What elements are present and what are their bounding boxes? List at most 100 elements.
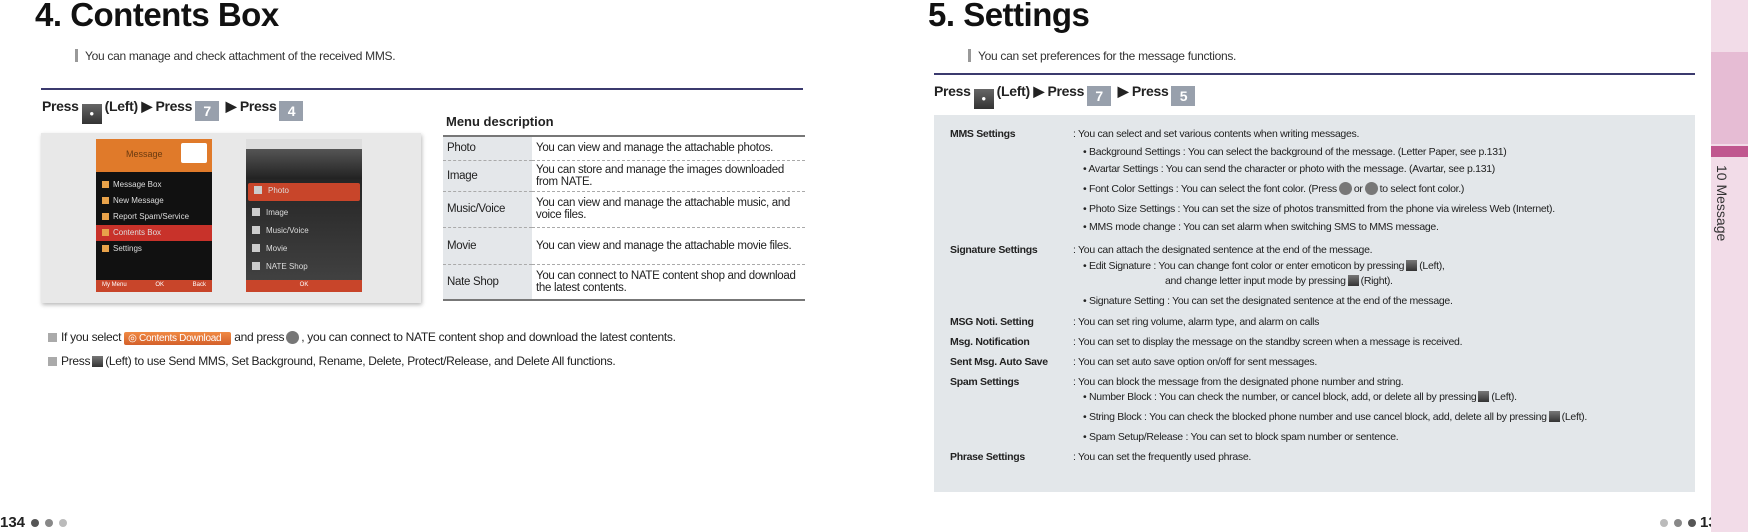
setting-label-noti: MSG Noti. Setting	[950, 316, 1034, 328]
setting-label-signature: Signature Settings	[950, 244, 1038, 256]
setting-desc: : You can attach the designated sentence…	[1073, 244, 1373, 256]
arrow-icon: ▶	[225, 98, 237, 114]
press-instruction: Press ● (Left) ▶ Press 7 ▶ Press 5	[934, 83, 1198, 109]
menu-item: Report Spam/Service	[96, 209, 212, 225]
menu-item-selected: Photo	[248, 183, 360, 201]
nav-up-down-key-icon	[1338, 182, 1352, 195]
setting-bullet: • Signature Setting : You can set the de…	[1083, 295, 1453, 307]
press-instruction: Press ● (Left) ▶ Press 7 ▶ Press 4	[42, 98, 306, 124]
setting-bullet: • Edit Signature : You can change font c…	[1083, 260, 1445, 272]
menu-item-selected: Contents Box	[96, 225, 212, 241]
menu-desc: You can store and manage the images down…	[532, 160, 805, 192]
press-text: (Left)	[104, 98, 138, 114]
page-title: 4. Contents Box	[35, 0, 279, 33]
arrow-icon: ▶	[1117, 83, 1129, 99]
left-softkey-icon	[92, 356, 104, 367]
menu-item: Settings	[96, 241, 212, 257]
menu-item: Image	[246, 205, 362, 223]
page-subtitle: You can set preferences for the message …	[968, 49, 1236, 63]
menu-desc: You can view and manage the attachable m…	[532, 191, 805, 228]
subtitle-text: You can set preferences for the message …	[978, 49, 1237, 63]
page-subtitle: You can manage and check attachment of t…	[75, 49, 396, 63]
subtitle-text: You can manage and check attachment of t…	[85, 49, 396, 63]
subtitle-bar	[968, 49, 971, 62]
setting-desc: : You can set ring volume, alarm type, a…	[1073, 316, 1320, 328]
menu-item: Music/Voice	[246, 223, 362, 241]
setting-bullet-cont: and change letter input mode by pressing…	[1165, 275, 1393, 287]
nav-left-right-key-icon	[1364, 182, 1378, 195]
page-number-left: 134	[0, 514, 70, 531]
chapter-label: 10 Message	[1714, 165, 1730, 242]
setting-desc: : You can set auto save option on/off fo…	[1073, 356, 1317, 368]
press-text: Press	[42, 98, 79, 114]
subtitle-bar	[75, 49, 78, 62]
setting-bullet: • Font Color Settings : You can select t…	[1083, 182, 1465, 195]
left-softkey-icon	[1478, 391, 1490, 402]
menu-desc: You can connect to NATE content shop and…	[532, 264, 805, 301]
left-softkey-icon: ●	[973, 89, 994, 109]
right-softkey-icon	[1347, 275, 1359, 286]
table-row: Movie You can view and manage the attacha…	[443, 227, 805, 265]
envelope-icon	[181, 143, 207, 163]
press-text: Press	[155, 98, 193, 114]
phone-screen-contents-box: Photo Image Music/Voice Movie NATE Shop …	[246, 139, 362, 292]
side-tab-band	[1711, 52, 1748, 144]
menu-item: NATE Shop	[246, 259, 362, 277]
press-text: Press	[239, 98, 277, 114]
arrow-icon: ▶	[141, 98, 152, 114]
arrow-icon: ▶	[1033, 83, 1044, 99]
key-7-icon: 7	[1087, 86, 1112, 106]
setting-bullet: • Avartar Settings : You can send the ch…	[1083, 163, 1495, 175]
menu-item: New Message	[96, 193, 212, 209]
table-row: Photo You can view and manage the attacha…	[443, 136, 805, 161]
phone-softkeys: OK	[246, 280, 362, 292]
key-7-icon: 7	[195, 101, 220, 121]
table-row: Nate Shop You can connect to NATE content…	[443, 264, 805, 301]
square-bullet-icon	[48, 357, 57, 366]
setting-bullet: • Background Settings : You can select t…	[1083, 146, 1507, 158]
note-left-softkey: Press (Left) to use Send MMS, Set Backgro…	[48, 354, 616, 368]
setting-label-spam: Spam Settings	[950, 376, 1020, 388]
page-title: 5. Settings	[928, 0, 1090, 33]
setting-desc: : You can select and set various content…	[1073, 128, 1360, 140]
left-softkey-icon	[1548, 411, 1560, 422]
left-softkey-icon	[1406, 260, 1418, 271]
menu-name: Movie	[443, 227, 532, 265]
menu-name: Photo	[443, 136, 532, 161]
setting-bullet: • String Block : You can check the block…	[1083, 411, 1587, 423]
ok-key-icon	[286, 331, 300, 344]
phone-screen-message-menu: Message Message Box New Message Report S…	[96, 139, 212, 292]
setting-bullet: • Photo Size Settings : You can set the …	[1083, 203, 1555, 215]
setting-label-phrase: Phrase Settings	[950, 451, 1025, 463]
menu-description-table: Photo You can view and manage the attacha…	[443, 135, 805, 301]
menu-name: Music/Voice	[443, 191, 532, 228]
side-tab-accent	[1711, 146, 1748, 157]
status-bar	[246, 139, 362, 149]
table-row: Image You can store and manage the images…	[443, 160, 805, 192]
divider	[41, 88, 803, 90]
phone-header	[246, 149, 362, 179]
phone-title: Message	[126, 149, 163, 159]
setting-bullet: • MMS mode change : You can set alarm wh…	[1083, 221, 1439, 233]
setting-bullet: • Number Block : You can check the numbe…	[1083, 391, 1517, 403]
setting-label-mms: MMS Settings	[950, 128, 1016, 140]
table-row: Music/Voice You can view and manage the a…	[443, 191, 805, 228]
menu-item: Movie	[246, 241, 362, 259]
setting-bullet: • Spam Setup/Release : You can set to bl…	[1083, 431, 1399, 443]
menu-name: Nate Shop	[443, 264, 532, 301]
divider	[934, 73, 1695, 75]
note-contents-download: If you select ◎ Contents Download and pres…	[48, 330, 676, 345]
left-softkey-icon: ●	[81, 104, 102, 124]
contents-download-badge: ◎ Contents Download	[124, 332, 232, 345]
setting-desc: : You can block the message from the des…	[1073, 376, 1404, 388]
menu-desc: You can view and manage the attachable p…	[532, 136, 805, 161]
menu-desc: You can view and manage the attachable m…	[532, 227, 805, 265]
key-4-icon: 4	[279, 101, 304, 121]
key-5-icon: 5	[1171, 86, 1196, 106]
setting-label-auto-save: Sent Msg. Auto Save	[950, 356, 1048, 368]
setting-desc: : You can set the frequently used phrase…	[1073, 451, 1252, 463]
phone-softkeys: My Menu OK Back	[96, 280, 212, 292]
menu-item: Message Box	[96, 177, 212, 193]
setting-label-notification: Msg. Notification	[950, 336, 1030, 348]
phone-header: Message	[96, 139, 212, 172]
